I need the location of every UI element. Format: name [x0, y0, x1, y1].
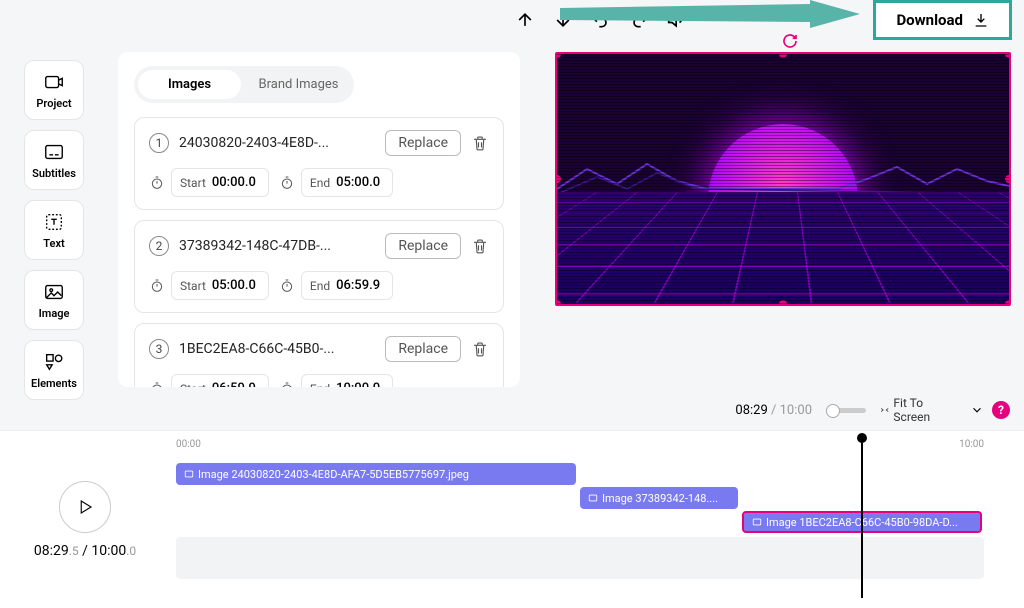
sidebar-item-label: Text [43, 237, 64, 250]
tab-images[interactable]: Images [138, 70, 241, 99]
current-time-display: 08:29 / 10:00 [735, 403, 812, 418]
stopwatch-icon [149, 278, 165, 294]
image-filename: 1BEC2EA8-C66C-45B0-... [179, 341, 375, 357]
redo-icon[interactable] [629, 10, 649, 30]
resize-handle[interactable] [1005, 175, 1011, 183]
image-index: 2 [149, 236, 169, 256]
arrow-up-icon[interactable] [515, 10, 535, 30]
preview-content [708, 124, 858, 274]
fit-icon [880, 403, 889, 417]
timeline-clip[interactable]: Image 37389342-148.... [580, 487, 738, 509]
sidebar: Project Subtitles Text Image Elements [24, 60, 84, 400]
play-icon [76, 498, 94, 516]
resize-handle[interactable] [555, 300, 561, 306]
clip-image-icon [184, 469, 194, 479]
rotate-icon[interactable] [782, 33, 798, 49]
timeline-tracks[interactable]: 00:00 10:00 Image 24030820-2403-4E8D-AFA… [176, 439, 984, 598]
timeline: 08:29.5 / 10:00.0 00:00 10:00 Image 2403… [0, 430, 1024, 608]
zoom-slider[interactable] [826, 408, 866, 413]
image-filename: 37389342-148C-47DB-... [179, 238, 375, 254]
sidebar-item-subtitles[interactable]: Subtitles [24, 130, 84, 190]
arrow-down-icon[interactable] [553, 10, 573, 30]
undo-icon[interactable] [591, 10, 611, 30]
sidebar-item-label: Image [39, 307, 70, 320]
trash-icon[interactable] [471, 134, 489, 152]
end-time-input[interactable]: End06:59.9 [301, 271, 393, 300]
panel-tabs: Images Brand Images [134, 66, 354, 103]
image-index: 3 [149, 339, 169, 359]
sidebar-item-image[interactable]: Image [24, 270, 84, 330]
replace-button[interactable]: Replace [385, 233, 461, 259]
trash-icon[interactable] [471, 237, 489, 255]
start-time-input[interactable]: Start06:59.9 [171, 374, 269, 387]
tab-brand-images[interactable]: Brand Images [247, 70, 350, 99]
sidebar-item-label: Project [36, 97, 71, 110]
replace-button[interactable]: Replace [385, 336, 461, 362]
sidebar-item-project[interactable]: Project [24, 60, 84, 120]
playhead[interactable] [861, 439, 863, 598]
subtitles-icon [43, 141, 65, 163]
download-icon [973, 12, 989, 28]
image-entry: 2 37389342-148C-47DB-... Replace Start05… [134, 220, 504, 313]
image-entry: 3 1BEC2EA8-C66C-45B0-... Replace Start06… [134, 323, 504, 387]
text-icon [43, 211, 65, 233]
playback-time: 08:29.5 / 10:00.0 [34, 543, 136, 559]
timeline-clip[interactable]: Image 24030820-2403-4E8D-AFA7-5D5EB57756… [176, 463, 576, 485]
image-filename: 24030820-2403-4E8D-... [179, 135, 375, 151]
resize-handle[interactable] [779, 300, 787, 306]
resize-handle[interactable] [555, 175, 561, 183]
download-label: Download [896, 11, 963, 29]
clip-image-icon [752, 517, 762, 527]
start-time-input[interactable]: Start00:00.0 [171, 168, 269, 197]
sidebar-item-text[interactable]: Text [24, 200, 84, 260]
end-time-input[interactable]: End05:00.0 [301, 168, 393, 197]
preview-floor [557, 192, 1009, 305]
resize-handle[interactable] [779, 52, 787, 58]
stopwatch-icon [279, 278, 295, 294]
images-panel: Images Brand Images 1 24030820-2403-4E8D… [118, 52, 520, 387]
image-index: 1 [149, 133, 169, 153]
help-button[interactable]: ? [992, 401, 1010, 419]
sidebar-item-label: Subtitles [32, 167, 76, 180]
download-button[interactable]: Download [873, 0, 1012, 40]
resize-handle[interactable] [1005, 300, 1011, 306]
chevron-down-icon[interactable] [970, 403, 984, 417]
start-time-input[interactable]: Start05:00.0 [171, 271, 269, 300]
stopwatch-icon [279, 175, 295, 191]
play-button[interactable] [59, 481, 111, 533]
elements-icon [43, 351, 65, 373]
image-entry: 1 24030820-2403-4E8D-... Replace Start00… [134, 117, 504, 210]
end-time-input[interactable]: End10:00.0 [301, 374, 393, 387]
image-icon [43, 281, 65, 303]
speaker-icon[interactable] [667, 10, 687, 30]
clip-image-icon [588, 493, 598, 503]
trash-icon[interactable] [471, 340, 489, 358]
camera-icon [43, 71, 65, 93]
sidebar-item-label: Elements [31, 377, 77, 390]
replace-button[interactable]: Replace [385, 130, 461, 156]
time-display-bar: 08:29 / 10:00 Fit To Screen ? [0, 390, 1024, 430]
resize-handle[interactable] [555, 52, 561, 58]
stopwatch-icon [149, 381, 165, 388]
stopwatch-icon [279, 381, 295, 388]
stopwatch-icon [149, 175, 165, 191]
preview-mountains [557, 159, 1011, 199]
resize-handle[interactable] [1005, 52, 1011, 58]
fit-to-screen-button[interactable]: Fit To Screen [880, 396, 940, 425]
canvas-preview[interactable] [555, 52, 1011, 306]
